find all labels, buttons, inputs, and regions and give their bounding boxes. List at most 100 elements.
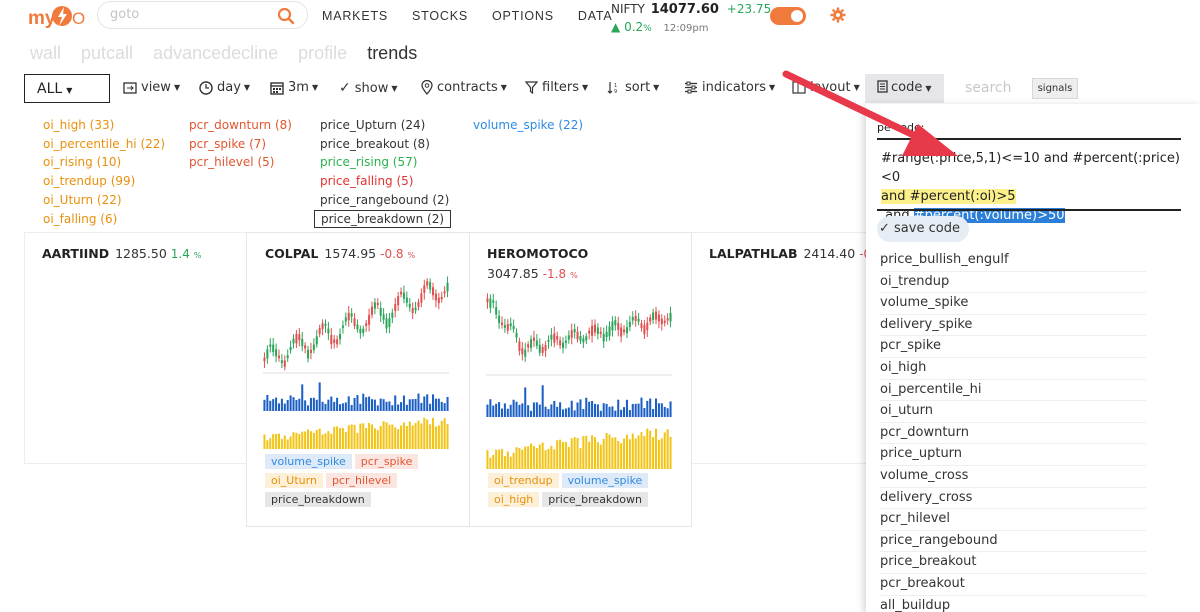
preset-code-item[interactable]: volume_cross — [880, 466, 1146, 488]
preset-code-item[interactable]: oi_percentile_hi — [880, 380, 1146, 402]
filter-tag[interactable]: volume_spike (22) — [473, 116, 583, 135]
stock-symbol[interactable]: LALPATHLAB — [709, 246, 797, 261]
preset-code-item[interactable]: pcr_spike — [880, 336, 1146, 358]
oi-bar — [417, 420, 420, 449]
candle-body — [353, 318, 356, 326]
goto-search-box[interactable] — [97, 1, 308, 29]
nifty-label: NIFTY — [611, 2, 645, 16]
segment-select[interactable]: ALL ▼ — [24, 74, 110, 103]
preset-code-item[interactable]: price_rangebound — [880, 531, 1146, 553]
oi-bar — [570, 438, 573, 469]
save-code-button[interactable]: ✓ save code — [877, 216, 969, 242]
tag-volume-spike[interactable]: volume_spike — [265, 454, 352, 469]
code-editor[interactable]: #range(:price,5,1)<=10 and #percent(:pri… — [881, 149, 1181, 225]
preset-code-item[interactable]: oi_uturn — [880, 401, 1146, 423]
tag-oi-uturn[interactable]: oi_Uturn — [265, 473, 323, 488]
code-dropdown-panel: pe code: #range(:price,5,1)<=10 and #per… — [866, 104, 1200, 612]
tab-advancedecline[interactable]: advancedecline — [153, 43, 278, 64]
filter-tag[interactable]: pcr_spike (7) — [189, 135, 292, 154]
theme-toggle[interactable] — [770, 7, 806, 25]
show-menu[interactable]: ✓ show ▼ — [339, 80, 398, 96]
oi-bar — [620, 443, 623, 469]
filter-tag[interactable]: oi_falling (6) — [43, 210, 165, 229]
preset-code-item[interactable]: delivery_spike — [880, 315, 1146, 337]
tab-trends[interactable]: trends — [367, 43, 417, 64]
filter-tag[interactable]: price_Upturn (24) — [320, 116, 451, 135]
view-menu[interactable]: view ▼ — [123, 80, 180, 95]
oi-bar — [596, 442, 599, 469]
volume-bar — [426, 394, 429, 411]
filter-tag[interactable]: price_breakout (8) — [320, 135, 451, 154]
tab-profile[interactable]: profile — [298, 43, 347, 64]
volume-bar — [530, 410, 533, 417]
period-menu[interactable]: 3m ▼ — [270, 80, 318, 95]
preset-code-item[interactable]: pcr_breakout — [880, 574, 1146, 596]
price-candlestick-chart[interactable] — [486, 289, 680, 471]
filter-tag[interactable]: oi_high (33) — [43, 116, 165, 135]
candle-body — [423, 285, 426, 293]
stock-card-heromotoco[interactable]: HEROMOTOCO 3047.85 -1.8% oi_trendup volume… — [469, 232, 692, 527]
search-icon[interactable] — [277, 7, 295, 25]
price-candlestick-chart[interactable] — [263, 267, 457, 453]
indicators-menu[interactable]: indicators ▼ — [684, 80, 775, 95]
stock-card-aartiind[interactable]: AARTIIND 1285.50 1.4% — [42, 246, 201, 261]
nav-markets[interactable]: MARKETS — [322, 9, 388, 23]
tag-volume-spike[interactable]: volume_spike — [561, 473, 649, 488]
stock-card-lalpathlab[interactable]: LALPATHLAB2414.40-0. — [709, 246, 875, 261]
tag-price-breakdown[interactable]: price_breakdown — [542, 492, 648, 507]
nav-stocks[interactable]: STOCKS — [412, 9, 468, 23]
filter-tag[interactable]: oi_trendup (99) — [43, 172, 165, 191]
gear-icon[interactable] — [830, 7, 846, 23]
volume-bar — [640, 397, 643, 417]
stock-symbol[interactable]: AARTIIND — [42, 246, 109, 261]
volume-bar — [437, 398, 440, 411]
preset-code-item[interactable]: volume_spike — [880, 293, 1146, 315]
nav-data[interactable]: DATA — [578, 9, 613, 23]
tab-putcall[interactable]: putcall — [81, 43, 133, 64]
stock-card-colpal[interactable]: COLPAL 1574.95 -0.8% volume_spike pcr_spike… — [246, 232, 470, 527]
filter-tag[interactable]: price_rangebound (2) — [320, 191, 451, 210]
tag-pcr-hilevel[interactable]: pcr_hilevel — [325, 473, 398, 488]
preset-code-item[interactable]: pcr_downturn — [880, 423, 1146, 445]
sort-menu[interactable]: 19 sort ▼ — [607, 80, 659, 95]
tab-wall[interactable]: wall — [30, 43, 61, 64]
search-field[interactable]: search — [965, 80, 1012, 96]
tag-price-breakdown[interactable]: price_breakdown — [265, 492, 371, 507]
filters-menu[interactable]: filters ▼ — [525, 80, 588, 95]
preset-code-item[interactable]: pcr_hilevel — [880, 509, 1146, 531]
filter-tag[interactable]: oi_rising (10) — [43, 153, 165, 172]
filter-tag-selected[interactable]: price_breakdown (2) — [314, 209, 452, 228]
tag-pcr-spike[interactable]: pcr_spike — [354, 454, 419, 469]
layout-menu[interactable]: layout ▼ — [792, 80, 860, 95]
goto-input[interactable] — [110, 7, 270, 22]
filter-tag[interactable]: oi_percentile_hi (22) — [43, 135, 165, 154]
volume-bar — [623, 407, 626, 417]
myfno-logo[interactable]: my O — [28, 2, 90, 32]
preset-code-item[interactable]: price_breakout — [880, 552, 1146, 574]
stock-symbol[interactable]: COLPAL — [265, 246, 318, 261]
tag-oi-high[interactable]: oi_high — [488, 492, 540, 507]
candle-body — [272, 344, 275, 352]
contracts-menu[interactable]: contracts ▼ — [421, 80, 507, 95]
volume-bar — [596, 404, 599, 417]
preset-code-item[interactable]: price_upturn — [880, 444, 1146, 466]
preset-code-item[interactable]: all_buildup — [880, 596, 1146, 612]
code-menu[interactable]: code ▼ — [865, 74, 944, 103]
preset-code-item[interactable]: delivery_cross — [880, 488, 1146, 510]
tag-oi-trendup[interactable]: oi_trendup — [488, 473, 559, 488]
nav-options[interactable]: OPTIONS — [492, 9, 554, 23]
filter-tag[interactable]: pcr_hilevel (5) — [189, 153, 292, 172]
preset-code-item[interactable]: oi_high — [880, 358, 1146, 380]
day-menu[interactable]: day ▼ — [199, 80, 250, 95]
preset-code-item[interactable]: oi_trendup — [880, 272, 1146, 294]
signals-button[interactable]: signals — [1032, 78, 1078, 99]
preset-code-item[interactable]: price_bullish_engulf — [880, 250, 1146, 272]
stock-symbol[interactable]: HEROMOTOCO — [487, 246, 588, 261]
candle-body — [402, 292, 405, 299]
filter-tag[interactable]: price_rising (57) — [320, 153, 451, 172]
volume-bar — [486, 404, 489, 417]
filter-tag[interactable]: pcr_downturn (8) — [189, 116, 292, 135]
code-highlight-oi: and #percent(:oi)>5 — [881, 189, 1016, 204]
filter-tag[interactable]: oi_Uturn (22) — [43, 191, 165, 210]
filter-tag[interactable]: price_falling (5) — [320, 172, 451, 191]
